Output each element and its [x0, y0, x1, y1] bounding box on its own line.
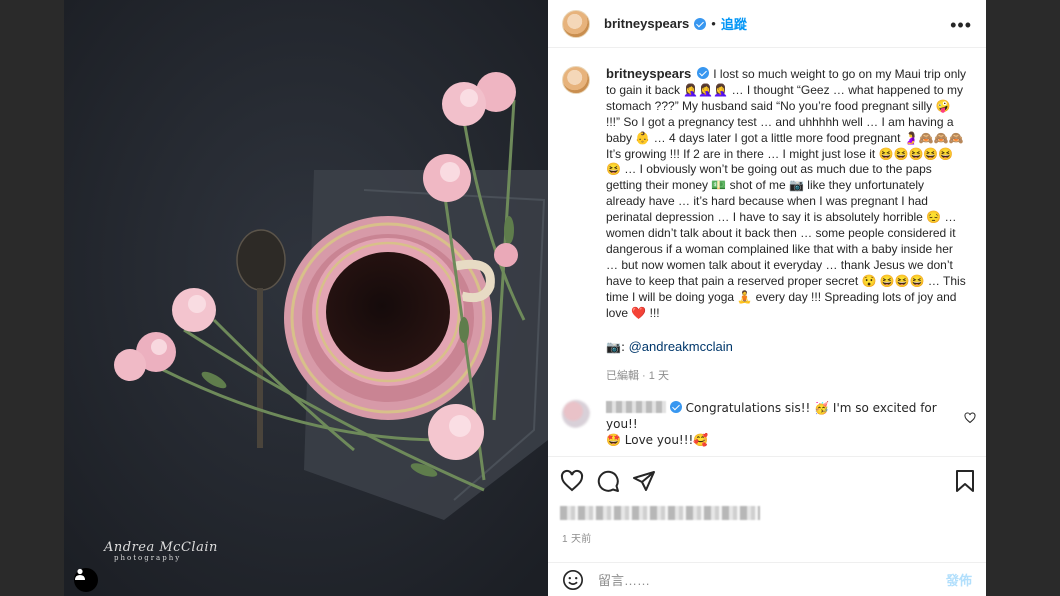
comment-text: Congratulations sis!! 🥳 I'm so excited f…: [606, 400, 946, 448]
caption-line: women didn’t talk about it back then … s…: [606, 226, 976, 242]
caption-line: … but now women talk about it everyday ……: [606, 258, 976, 274]
caption-line-text: perinatal depression … I have to say it …: [606, 210, 957, 225]
more-horizontal-icon[interactable]: •••: [950, 15, 972, 36]
caption-line-text: I lost so much weight to go on my Maui t…: [713, 67, 967, 81]
caption-lines: britneyspears I lost so much weight to go…: [606, 66, 976, 322]
caption-line-text: women didn’t talk about it back then … s…: [606, 226, 956, 241]
likes-count-blurred[interactable]: [560, 506, 760, 520]
caption-line: perinatal depression … I have to say it …: [606, 210, 976, 226]
caption-line: time I will be doing yoga 🧘 every day !!…: [606, 290, 976, 306]
prev-post-edge[interactable]: [0, 0, 64, 596]
caption-line: already have … it’s hard because when I …: [606, 194, 976, 210]
tagged-users-button[interactable]: [74, 568, 98, 592]
share-send-icon[interactable]: [632, 469, 656, 493]
caption-line-text: to gain it back 🤦‍♀️🤦‍♀️🤦‍♀️ … I thought…: [606, 82, 963, 97]
save-bookmark-icon[interactable]: [954, 469, 976, 493]
header-dot-separator: •: [711, 16, 716, 31]
comment-item: Congratulations sis!! 🥳 I'm so excited f…: [562, 400, 976, 448]
camera-credit-icon: 📷:: [606, 339, 625, 354]
follow-button[interactable]: 追蹤: [721, 14, 747, 33]
caption-line: getting their money 💵 shot of me 📷 like …: [606, 178, 976, 194]
emoji-smile-icon[interactable]: [562, 569, 584, 591]
caption-line-text: !!!” So I got a pregnancy test … and uhh…: [606, 114, 954, 129]
add-comment-bar: 留言…… 發佈: [548, 562, 986, 596]
commenter-username-blurred[interactable]: [606, 401, 666, 413]
post-caption: britneyspears I lost so much weight to go…: [562, 66, 976, 385]
still-life-illustration: [64, 0, 548, 596]
caption-line: It’s growing !!! If 2 are in there … I m…: [606, 147, 976, 163]
caption-line: have to keep that pain a reserved proper…: [606, 274, 976, 290]
caption-line-text: dangerous if a woman complained like tha…: [606, 241, 953, 256]
comment-line-2: 🤩 Love you!!!🥰: [606, 433, 709, 447]
caption-line: dangerous if a woman complained like tha…: [606, 242, 976, 258]
person-icon: [75, 568, 85, 580]
caption-line: !!!” So I got a pregnancy test … and uhh…: [606, 115, 976, 131]
commenter-verified-icon: [670, 401, 682, 413]
caption-line-text: getting their money 💵 shot of me 📷 like …: [606, 178, 925, 193]
caption-line: love ❤️ !!!: [606, 306, 976, 322]
caption-line: to gain it back 🤦‍♀️🤦‍♀️🤦‍♀️ … I thought…: [606, 83, 976, 99]
like-comment-heart-icon[interactable]: [964, 412, 976, 424]
like-heart-icon[interactable]: [560, 469, 584, 493]
comment-bubble-icon[interactable]: [596, 469, 620, 493]
author-avatar[interactable]: [562, 9, 590, 38]
post-timestamp[interactable]: 1 天前: [562, 530, 592, 545]
post-header: britneyspears • 追蹤 •••: [548, 0, 986, 48]
caption-line-text: … but now women talk about it everyday ……: [606, 257, 953, 272]
photo-watermark: Andrea McClain photography: [104, 540, 218, 562]
post-comment-button[interactable]: 發佈: [946, 570, 972, 589]
caption-avatar[interactable]: [562, 66, 590, 94]
caption-meta: 已編輯 · 1 天: [606, 370, 669, 383]
caption-line-text: time I will be doing yoga 🧘 every day !!…: [606, 289, 957, 304]
caption-verified-icon: [697, 67, 710, 79]
caption-line-text: baby 👶 … 4 days later I got a little mor…: [606, 130, 964, 145]
next-post-edge[interactable]: [986, 0, 1060, 596]
caption-line-text: have to keep that pain a reserved proper…: [606, 273, 966, 288]
verified-badge-icon: [694, 17, 707, 30]
photo-credit: 📷: @andreakmcclain: [606, 339, 976, 356]
post-side-panel: britneyspears • 追蹤 ••• britneyspears I lo…: [548, 0, 986, 596]
caption-line: 😆 … I obviously won’t be going out as mu…: [606, 162, 976, 178]
caption-line-text: It’s growing !!! If 2 are in there … I m…: [606, 146, 954, 161]
credit-mention-link[interactable]: @andreakmcclain: [629, 339, 733, 354]
commenter-avatar[interactable]: [562, 400, 590, 428]
author-username[interactable]: britneyspears: [604, 16, 689, 31]
post-actions: [548, 456, 986, 504]
caption-text: britneyspears I lost so much weight to go…: [606, 66, 976, 385]
comment-input[interactable]: 留言……: [598, 570, 946, 589]
post-image[interactable]: Andrea McClain photography: [64, 0, 548, 596]
caption-line: stomach ???” My husband said “No you’re …: [606, 99, 976, 115]
caption-line-text: already have … it’s hard because when I …: [606, 194, 928, 209]
caption-line-text: love ❤️ !!!: [606, 305, 660, 320]
caption-username[interactable]: britneyspears: [606, 66, 691, 81]
caption-line-text: 😆 … I obviously won’t be going out as mu…: [606, 162, 932, 177]
caption-line-text: stomach ???” My husband said “No you’re …: [606, 98, 951, 113]
caption-line: britneyspears I lost so much weight to go…: [606, 66, 976, 83]
caption-line: baby 👶 … 4 days later I got a little mor…: [606, 131, 976, 147]
